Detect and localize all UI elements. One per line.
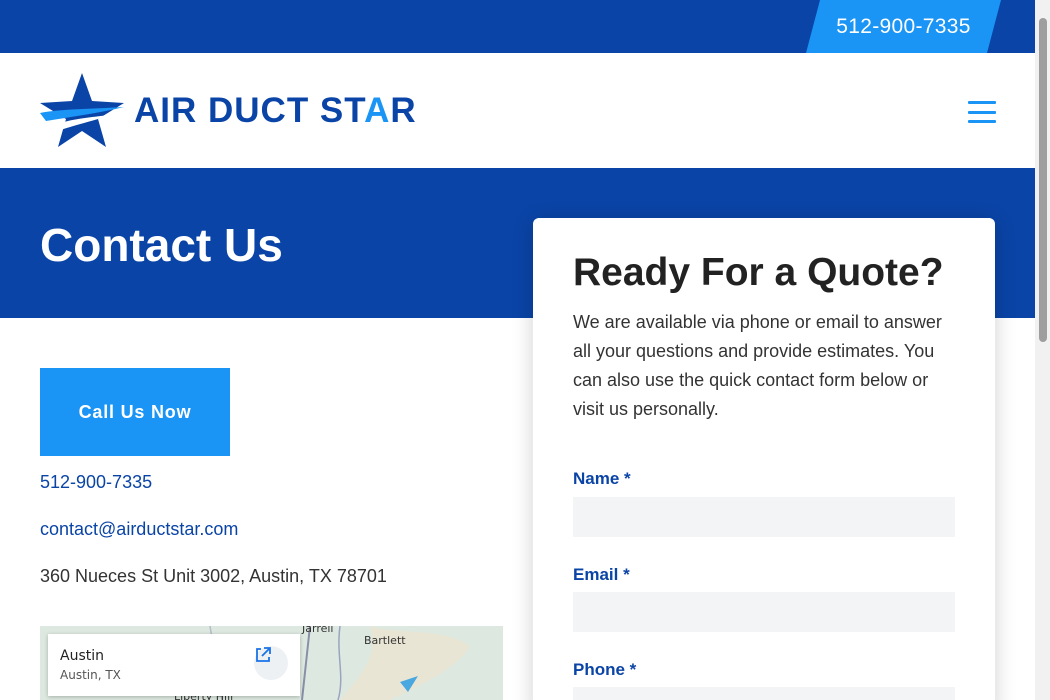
name-field[interactable] xyxy=(573,497,955,537)
name-label: Name * xyxy=(573,469,631,488)
address-text: 360 Nueces St Unit 3002, Austin, TX 7870… xyxy=(40,566,387,586)
call-us-now-button[interactable]: Call Us Now xyxy=(40,368,230,456)
email-field[interactable] xyxy=(573,592,955,632)
map-label-bartlett: Bartlett xyxy=(364,634,406,647)
quote-form-title: Ready For a Quote? xyxy=(573,251,944,294)
map-label-jarrell: Jarrell xyxy=(302,626,334,635)
map-place-title: Austin xyxy=(60,648,104,664)
star-logo-icon xyxy=(40,73,124,147)
scrollbar-thumb[interactable] xyxy=(1039,18,1047,342)
logo-wordmark: AIR DUCT STAR xyxy=(134,91,417,130)
external-link-icon[interactable] xyxy=(254,646,288,680)
phone-field[interactable] xyxy=(573,687,955,700)
location-map[interactable]: Jarrell Bartlett Liberty Hill Austin Aus… xyxy=(40,626,503,700)
top-bar: 512-900-7335 xyxy=(0,0,1035,53)
quote-form-card: Ready For a Quote? We are available via … xyxy=(533,218,995,700)
map-place-subtitle: Austin, TX xyxy=(60,668,121,682)
phone-link[interactable]: 512-900-7335 xyxy=(40,472,152,493)
email-label: Email * xyxy=(573,565,630,584)
phone-label: Phone * xyxy=(573,660,637,679)
top-phone-link[interactable]: 512-900-7335 xyxy=(806,0,1001,53)
site-logo[interactable]: AIR DUCT STAR xyxy=(40,73,417,149)
email-link[interactable]: contact@airductstar.com xyxy=(40,519,238,540)
map-place-card: Austin Austin, TX xyxy=(48,634,300,696)
hamburger-icon[interactable] xyxy=(968,101,996,123)
quote-form-description: We are available via phone or email to a… xyxy=(573,312,942,419)
page: 512-900-7335 AIR DUCT STAR Contact Us Ca… xyxy=(0,0,1050,700)
page-title: Contact Us xyxy=(40,219,283,271)
site-header: AIR DUCT STAR xyxy=(0,53,1035,168)
